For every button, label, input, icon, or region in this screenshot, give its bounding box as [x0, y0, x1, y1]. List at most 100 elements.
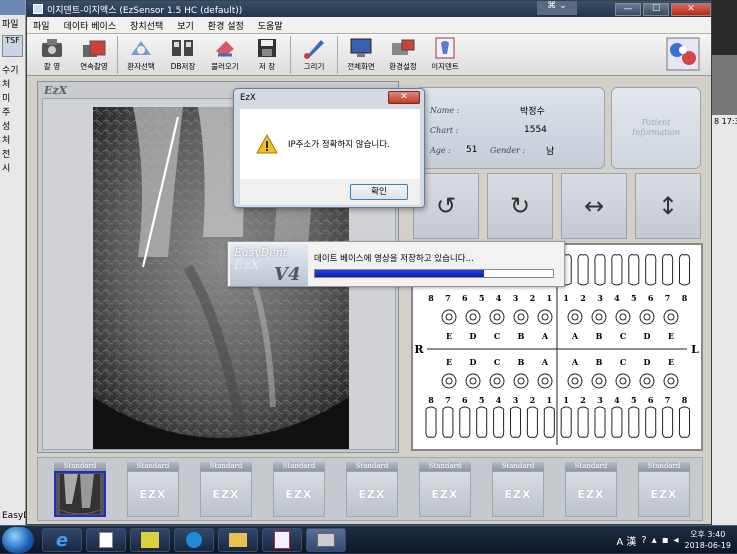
maximize-button[interactable]: ☐ — [643, 2, 669, 16]
draw-button[interactable]: 그리기 — [295, 34, 333, 72]
lower-tooth[interactable] — [459, 406, 471, 438]
rotate-left-icon: ↺ — [435, 192, 457, 220]
start-button[interactable] — [2, 527, 34, 553]
close-button[interactable]: ✕ — [671, 2, 711, 16]
background-app-tab[interactable]: TSF — [2, 35, 23, 57]
upper-primary-tooth[interactable] — [465, 309, 481, 325]
ime-indicator[interactable]: A 漢 — [616, 533, 636, 548]
brand-media-button[interactable] — [665, 36, 701, 72]
background-app-menu[interactable]: 파일 — [0, 15, 25, 33]
rotate-right-button[interactable]: ↻ — [487, 173, 553, 239]
upper-primary-tooth[interactable] — [615, 309, 631, 325]
lower-primary-tooth[interactable] — [465, 373, 481, 389]
taskbar-ezx[interactable] — [306, 528, 346, 552]
lower-tooth[interactable] — [611, 406, 623, 438]
menu-help[interactable]: 도움말 — [258, 19, 283, 32]
taskbar-ezdent[interactable] — [262, 528, 302, 552]
lower-tooth[interactable] — [476, 406, 488, 438]
thumbnail-slot[interactable]: Standard EZX — [127, 462, 179, 518]
lower-tooth[interactable] — [425, 406, 437, 438]
lower-tooth[interactable] — [577, 406, 589, 438]
lower-primary-tooth[interactable] — [513, 373, 529, 389]
lower-primary-tooth[interactable] — [567, 373, 583, 389]
upper-primary-tooth[interactable] — [489, 309, 505, 325]
fullscreen-button[interactable]: 전체화면 — [342, 34, 380, 72]
upper-tooth[interactable] — [645, 254, 657, 286]
ezdent-button[interactable]: 이지덴트 — [426, 34, 464, 72]
lower-tooth[interactable] — [442, 406, 454, 438]
volume-icon[interactable]: ◂ — [673, 535, 678, 546]
thumbnail-slot[interactable]: Standard EZX — [200, 462, 252, 518]
help-icon[interactable]: ? — [641, 535, 646, 546]
capture-button[interactable]: 촬 영 — [33, 34, 71, 72]
load-button[interactable]: 불러오기 — [206, 34, 244, 72]
menu-view[interactable]: 보기 — [177, 19, 194, 32]
minimize-button[interactable]: — — [615, 2, 641, 16]
upper-primary-tooth[interactable] — [639, 309, 655, 325]
patient-select-button[interactable]: 환자선택 — [122, 34, 160, 72]
upper-primary-tooth[interactable] — [567, 309, 583, 325]
clock[interactable]: 오후 3:40 2018-06-19 — [685, 529, 732, 551]
thumbnail-slot[interactable]: Standard EZX — [419, 462, 471, 518]
lower-primary-tooth[interactable] — [537, 373, 553, 389]
lower-tooth[interactable] — [678, 406, 691, 438]
thumbnail-slot[interactable]: Standard EZX — [346, 462, 398, 518]
upper-primary-tooth[interactable] — [513, 309, 529, 325]
upper-tooth[interactable] — [611, 254, 623, 286]
lower-tooth[interactable] — [509, 406, 522, 438]
dialog-close-button[interactable]: ✕ — [388, 91, 420, 104]
lower-primary-tooth[interactable] — [489, 373, 505, 389]
lower-tooth[interactable] — [594, 406, 606, 438]
network-icon[interactable]: ▪ — [662, 535, 669, 546]
menu-settings[interactable]: 환경 설정 — [208, 19, 244, 32]
lower-tooth[interactable] — [645, 406, 657, 438]
db-save-button[interactable]: DB저장 — [164, 34, 202, 72]
upper-primary-tooth[interactable] — [537, 309, 553, 325]
menu-file[interactable]: 파일 — [33, 19, 50, 32]
taskbar-teamviewer[interactable] — [174, 528, 214, 552]
upper-tooth[interactable] — [577, 254, 589, 286]
upper-primary-tooth[interactable] — [441, 309, 457, 325]
lower-tooth-number: 6 — [462, 395, 468, 405]
upper-tooth[interactable] — [678, 254, 691, 286]
continuous-capture-button[interactable]: 연속촬영 — [75, 34, 113, 72]
patient-information-button[interactable]: Patient Information — [611, 87, 701, 169]
dialog-ok-button[interactable]: 확인 — [350, 184, 408, 200]
snap-controls[interactable]: ⌘ ⌄ — [537, 1, 577, 15]
background-app-right-photo — [712, 55, 737, 115]
menu-database[interactable]: 데이타 베이스 — [64, 19, 117, 32]
flip-vertical-button[interactable]: ↕ — [635, 173, 701, 239]
upper-tooth[interactable] — [594, 254, 606, 286]
thumbnail-slot[interactable]: Standard EZX — [638, 462, 690, 518]
lower-primary-tooth[interactable] — [591, 373, 607, 389]
lower-primary-tooth[interactable] — [663, 373, 679, 389]
thumbnail-slot[interactable]: Standard EZX — [565, 462, 617, 518]
lower-tooth[interactable] — [560, 406, 572, 438]
lower-tooth[interactable] — [628, 406, 640, 438]
lower-primary-tooth[interactable] — [615, 373, 631, 389]
upper-primary-tooth[interactable] — [663, 309, 679, 325]
save-button[interactable]: 저 장 — [248, 34, 286, 72]
lower-tooth[interactable] — [543, 406, 555, 438]
taskbar-notepad[interactable] — [86, 528, 126, 552]
lower-primary-tooth[interactable] — [639, 373, 655, 389]
thumbnail-slot[interactable]: Standard — [54, 462, 106, 518]
lower-primary-label: A — [541, 357, 549, 367]
lower-tooth[interactable] — [492, 406, 505, 438]
taskbar-ie[interactable]: e — [42, 528, 82, 552]
thumbnail-slot[interactable]: Standard EZX — [273, 462, 325, 518]
lower-tooth[interactable] — [661, 406, 674, 438]
show-hidden-icons[interactable]: ▴ — [652, 535, 657, 546]
lower-tooth[interactable] — [526, 406, 539, 438]
upper-tooth[interactable] — [661, 254, 674, 286]
flip-horizontal-button[interactable]: ↔ — [561, 173, 627, 239]
upper-primary-tooth[interactable] — [591, 309, 607, 325]
lower-primary-tooth[interactable] — [441, 373, 457, 389]
menu-device[interactable]: 장치선택 — [130, 19, 163, 32]
title-bar[interactable]: 이지덴트-이지엑스 (EzSensor 1.5 HC (default)) ⌘ … — [27, 1, 711, 17]
upper-tooth[interactable] — [628, 254, 640, 286]
taskbar-explorer[interactable] — [218, 528, 258, 552]
settings-button[interactable]: 환경설정 — [384, 34, 422, 72]
taskbar-winamp[interactable] — [130, 528, 170, 552]
thumbnail-slot[interactable]: Standard EZX — [492, 462, 544, 518]
